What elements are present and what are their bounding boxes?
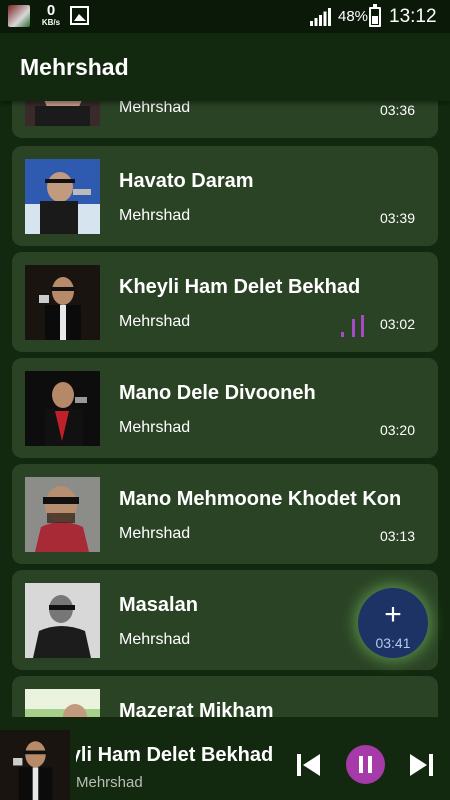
song-duration: 03:41	[375, 635, 411, 651]
song-title: Mano Mehmoone Khodet Kon	[119, 488, 402, 510]
song-title: Masalan	[119, 594, 198, 616]
song-duration: 03:36	[379, 102, 415, 118]
song-title: Mano Dele Divooneh	[119, 382, 316, 404]
add-fab-button[interactable]: + 03:41	[358, 588, 428, 658]
now-playing-title-text: Kheyli Ham Delet Bekhad	[76, 744, 274, 766]
app-bar: Mehrshad	[0, 33, 450, 101]
mini-player[interactable]: Kheyli Ham Delet Bekhad Mehrshad	[0, 717, 450, 800]
song-card[interactable]: Mehrshad 03:36	[12, 101, 438, 138]
gallery-notification-icon	[70, 6, 89, 25]
song-card[interactable]: Mano Dele Divooneh Mehrshad 03:20	[12, 358, 438, 458]
album-art	[25, 159, 100, 234]
album-art	[25, 583, 100, 658]
song-artist: Mehrshad	[119, 631, 191, 648]
now-playing-indicator-icon	[341, 315, 367, 337]
previous-button[interactable]	[296, 753, 322, 777]
battery-percent: 48%	[338, 8, 369, 25]
song-duration: 03:20	[379, 422, 415, 438]
pause-icon	[359, 756, 372, 773]
skip-previous-icon	[297, 754, 320, 776]
song-card[interactable]: Mazerat Mikham	[12, 676, 438, 717]
now-playing-artist: Mehrshad	[76, 774, 143, 791]
song-artist: Mehrshad	[119, 101, 191, 116]
song-artist: Mehrshad	[119, 313, 191, 330]
next-button[interactable]	[408, 753, 434, 777]
album-art	[25, 371, 100, 446]
song-title: Havato Daram	[119, 170, 254, 192]
plus-icon: +	[384, 598, 402, 631]
song-artist: Mehrshad	[119, 525, 191, 542]
network-speed: 0 KB/s	[38, 3, 64, 27]
album-art	[25, 101, 100, 126]
network-speed-value: 0	[46, 2, 56, 19]
song-duration: 03:13	[379, 528, 415, 544]
song-artist: Mehrshad	[119, 419, 191, 436]
skip-next-icon	[410, 754, 433, 776]
battery-icon	[369, 4, 381, 27]
song-duration: 03:39	[379, 210, 415, 226]
clock: 13:12	[389, 6, 437, 27]
song-card[interactable]: Havato Daram Mehrshad 03:39	[12, 146, 438, 246]
song-title: Mazerat Mikham	[119, 700, 274, 717]
song-artist: Mehrshad	[119, 207, 191, 224]
pause-button[interactable]	[346, 745, 385, 784]
network-speed-unit: KB/s	[41, 18, 61, 27]
app-notification-icon	[8, 5, 30, 27]
song-title: Kheyli Ham Delet Bekhad	[119, 276, 361, 298]
page-title: Mehrshad	[20, 54, 129, 80]
album-art	[25, 477, 100, 552]
status-bar: 0 KB/s 48% 13:12	[0, 0, 450, 33]
song-card[interactable]: Kheyli Ham Delet Bekhad Mehrshad 03:02	[12, 252, 438, 352]
album-art	[25, 689, 100, 717]
now-playing-title[interactable]: Kheyli Ham Delet Bekhad	[76, 744, 282, 767]
signal-icon	[310, 8, 331, 26]
song-duration: 03:02	[379, 316, 415, 332]
album-art	[25, 265, 100, 340]
song-card[interactable]: Mano Mehmoone Khodet Kon Mehrshad 03:13	[12, 464, 438, 564]
now-playing-album-art[interactable]	[0, 730, 70, 800]
